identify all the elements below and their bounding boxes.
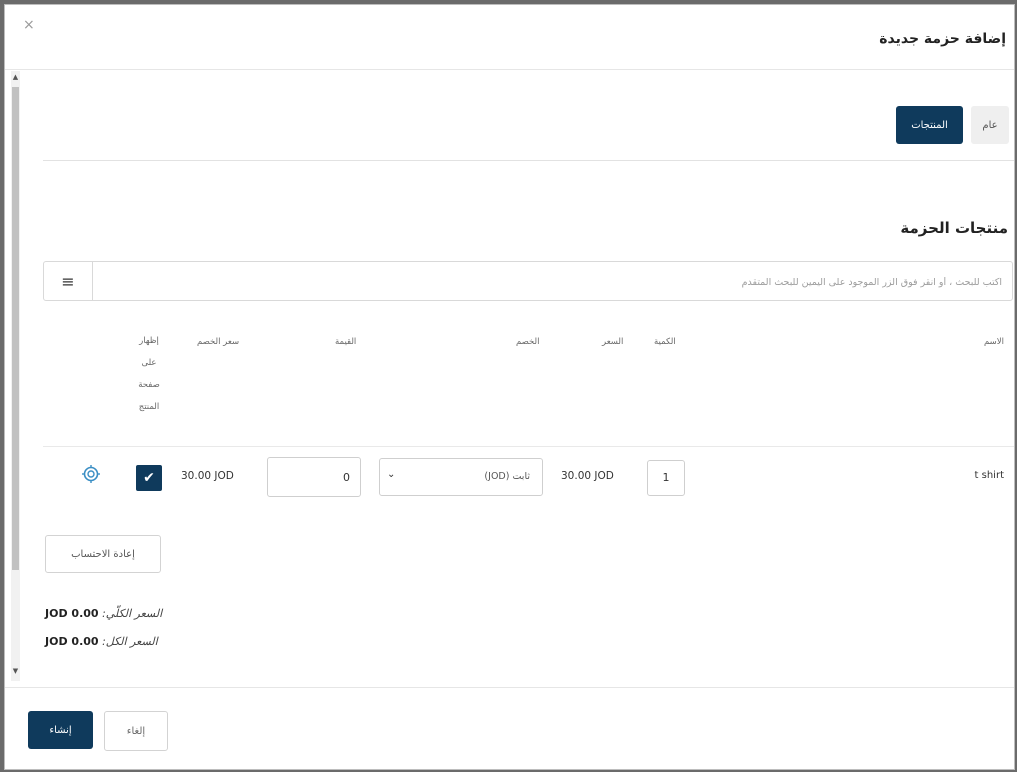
bundle-products-heading: منتجات الحزمة	[900, 219, 1008, 237]
table-header-divider	[43, 446, 1014, 447]
total-price-label: السعر الكل:	[102, 635, 158, 648]
discount-value-input[interactable]: 0	[267, 457, 361, 497]
product-name: t shirt	[974, 470, 1004, 481]
column-header-discount: الخصم	[516, 337, 540, 347]
header-line: المنتج	[138, 402, 160, 412]
product-price: 30.00 JOD	[561, 470, 614, 482]
footer-divider	[5, 687, 1014, 688]
scrollbar-thumb[interactable]	[12, 87, 19, 570]
dialog-title: إضافة حزمة جديدة	[879, 31, 1006, 47]
column-header-show-on-product-page: إظهار على صفحة المنتج	[132, 330, 166, 418]
header-line: على	[141, 358, 157, 368]
column-header-name: الاسم	[984, 337, 1004, 347]
checkmark-icon: ✔	[143, 470, 155, 486]
overall-price-label: السعر الكلّي:	[102, 607, 163, 620]
show-on-product-page-checkbox[interactable]: ✔	[136, 465, 162, 491]
header-divider	[5, 69, 1014, 70]
overall-price-line: السعر الكلّي: 0.00 JOD	[45, 607, 162, 620]
cancel-button[interactable]: إلغاء	[104, 711, 168, 751]
add-bundle-dialog: × إضافة حزمة جديدة ▲ ▼ المنتجات عام منتج…	[4, 4, 1015, 770]
header-line: إظهار	[139, 336, 159, 346]
advanced-search-button[interactable]: ≡	[44, 262, 93, 300]
tab-products[interactable]: المنتجات	[896, 106, 963, 144]
create-button[interactable]: إنشاء	[28, 711, 93, 749]
scroll-down-arrow-icon[interactable]: ▼	[11, 667, 20, 675]
total-price-value: 0.00 JOD	[45, 635, 99, 648]
column-header-price: السعر	[602, 337, 624, 347]
column-header-value: القيمة	[335, 337, 357, 347]
tab-general[interactable]: عام	[971, 106, 1009, 144]
quantity-input[interactable]: 1	[647, 460, 685, 496]
column-header-quantity: الكمية	[654, 337, 676, 347]
total-price-line: السعر الكل: 0.00 JOD	[45, 635, 158, 648]
overall-price-value: 0.00 JOD	[45, 607, 99, 620]
hamburger-menu-icon: ≡	[61, 271, 75, 291]
discount-type-value: ثابت (JOD)	[484, 471, 530, 482]
tabs-divider	[43, 160, 1014, 161]
product-search-bar: ≡	[43, 261, 1013, 301]
discount-type-select[interactable]: ثابت (JOD) ⌄	[379, 458, 543, 496]
header-line: صفحة	[138, 380, 160, 390]
chevron-down-icon: ⌄	[387, 469, 396, 480]
discount-value-text: 0	[343, 471, 350, 484]
column-header-discount-price: سعر الخصم	[197, 337, 240, 347]
discount-price: 30.00 JOD	[181, 470, 234, 482]
target-settings-icon[interactable]	[81, 464, 101, 484]
product-search-input[interactable]	[96, 270, 1004, 294]
recalculate-button[interactable]: إعادة الاحتساب	[45, 535, 161, 573]
scroll-up-arrow-icon[interactable]: ▲	[11, 73, 20, 81]
close-icon[interactable]: ×	[23, 17, 35, 33]
